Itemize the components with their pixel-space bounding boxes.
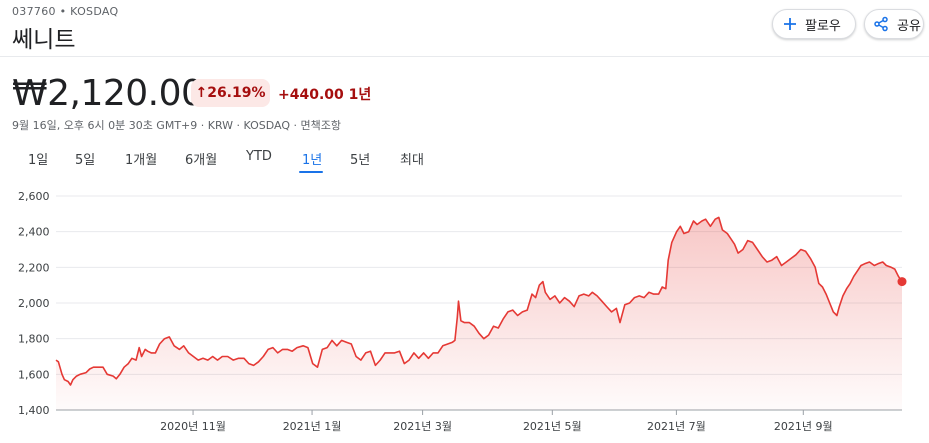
x-tick-label: 2021년 5월 xyxy=(523,420,582,433)
follow-button[interactable]: 팔로우 xyxy=(772,9,856,39)
header-divider xyxy=(0,56,929,57)
share-button-label: 공유 xyxy=(897,18,921,34)
tab-ytd[interactable]: YTD xyxy=(246,149,272,164)
price-chart: 1,400 1,600 1,800 2,000 2,200 2,400 2,600 2020… xyxy=(18,190,907,433)
x-tick-label: 2021년 9월 xyxy=(774,420,833,433)
tab-5d[interactable]: 5일 xyxy=(75,149,95,168)
percent-change-badge: ↑26.19% xyxy=(191,79,270,107)
tab-1m[interactable]: 1개월 xyxy=(125,149,157,168)
tab-1d[interactable]: 1일 xyxy=(28,149,48,168)
active-tab-indicator xyxy=(299,171,323,173)
y-tick-label: 2,600 xyxy=(18,190,50,203)
share-button[interactable]: 공유 xyxy=(864,9,924,39)
y-tick-label: 2,400 xyxy=(18,226,50,239)
tab-1y[interactable]: 1년 xyxy=(302,149,322,168)
plus-icon xyxy=(783,17,797,31)
x-tick-label: 2021년 1월 xyxy=(283,420,342,433)
y-tick-label: 1,400 xyxy=(18,404,50,417)
company-name: 쎄니트 xyxy=(12,27,76,53)
y-tick-label: 1,600 xyxy=(18,368,50,381)
tab-5y[interactable]: 5년 xyxy=(350,149,370,168)
current-price: ₩2,120.00 xyxy=(12,73,204,114)
x-tick-label: 2020년 11월 xyxy=(160,420,226,433)
y-tick-label: 2,200 xyxy=(18,261,50,274)
tab-6m[interactable]: 6개월 xyxy=(185,149,217,168)
last-price-point xyxy=(897,277,907,287)
y-tick-label: 2,000 xyxy=(18,297,50,310)
x-tick-label: 2021년 7월 xyxy=(647,420,706,433)
range-tabs: 1일 5일 1개월 6개월 YTD 1년 5년 최대 xyxy=(0,149,460,173)
price-area-fill xyxy=(56,217,902,410)
ticker-exchange-label: 037760 • KOSDAQ xyxy=(12,5,119,18)
absolute-change: +440.00 1년 xyxy=(278,87,372,103)
y-tick-label: 1,800 xyxy=(18,333,50,346)
tab-max[interactable]: 최대 xyxy=(400,149,424,168)
follow-button-label: 팔로우 xyxy=(805,18,841,34)
x-tick-label: 2021년 3월 xyxy=(393,420,452,433)
share-icon xyxy=(873,16,889,32)
quote-meta-line: 9월 16일, 오후 6시 0분 30초 GMT+9 · KRW · KOSDA… xyxy=(12,119,342,132)
